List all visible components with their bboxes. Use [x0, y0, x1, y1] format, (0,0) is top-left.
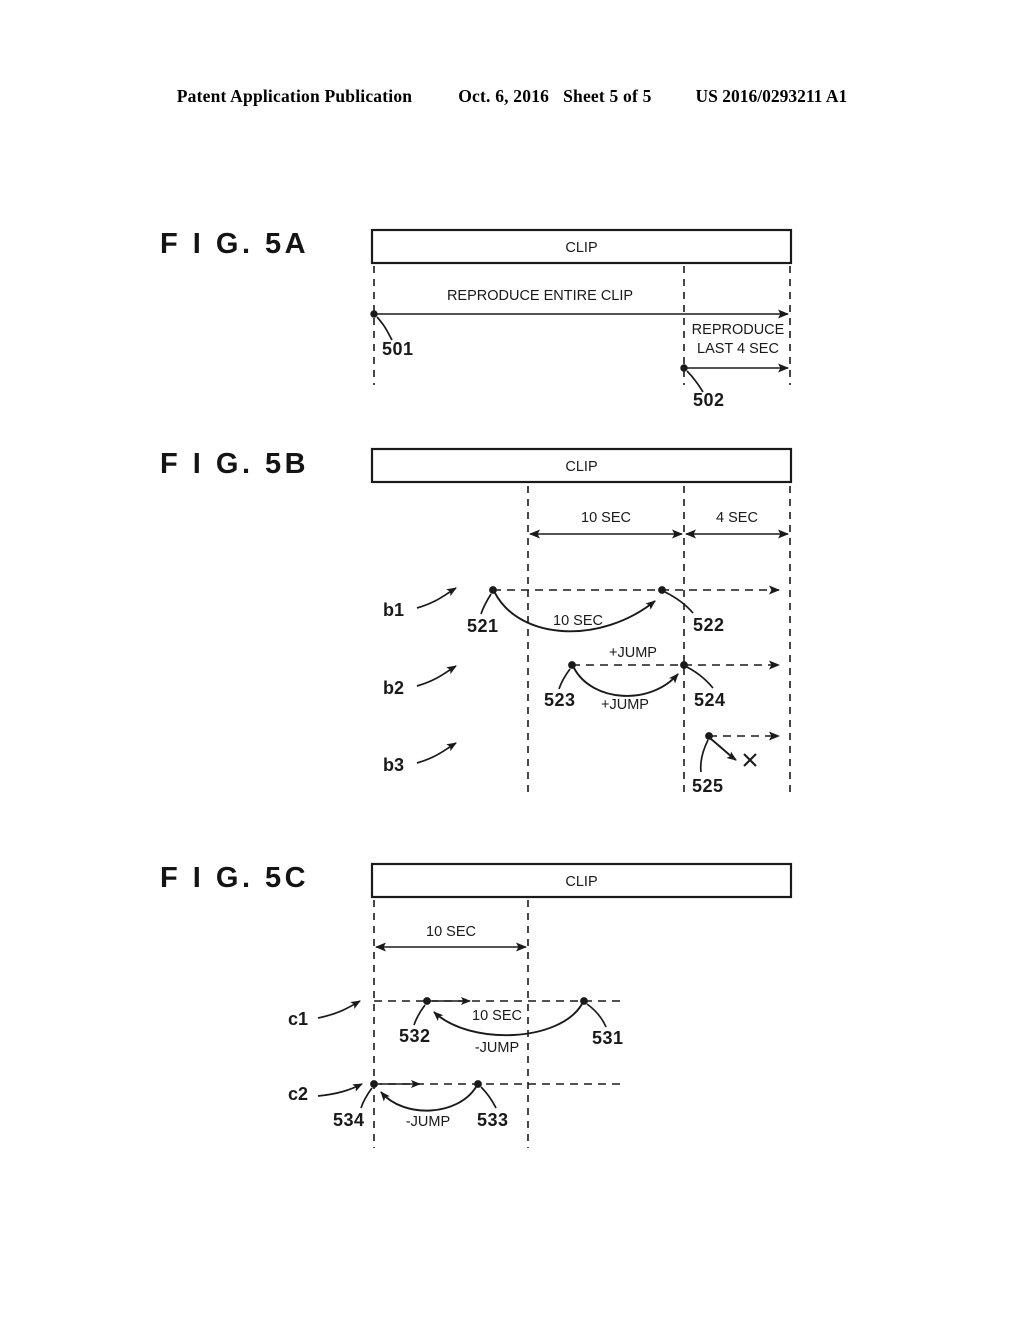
leader-531	[586, 1003, 607, 1028]
marker-dot-533	[474, 1080, 482, 1088]
clip-bar-label-5c: CLIP	[565, 874, 597, 890]
branch-label-c2: c2	[288, 1084, 308, 1104]
ref-number-534: 534	[333, 1110, 365, 1130]
ref-number-533: 533	[477, 1110, 509, 1130]
leader-534	[360, 1087, 373, 1109]
curve-label-jump-c2: -JUMP	[406, 1114, 450, 1130]
marker-dot-534	[370, 1080, 378, 1088]
figure-5c-diagram: CLIP 10 SEC c1 10 SEC -JUMP 532 531 c2 -…	[288, 862, 793, 1148]
curve-label-jump-c1: -JUMP	[475, 1040, 519, 1056]
leader-532	[413, 1004, 426, 1026]
ref-number-531: 531	[592, 1028, 624, 1048]
branch-pointer-c2	[317, 1083, 363, 1097]
branch-label-c1: c1	[288, 1009, 308, 1029]
marker-dot-532	[423, 997, 431, 1005]
marker-dot-531	[580, 997, 588, 1005]
leader-533	[480, 1086, 497, 1109]
branch-pointer-c1	[317, 1000, 361, 1019]
ref-number-532: 532	[399, 1026, 431, 1046]
patent-figure-page: Patent Application Publication Oct. 6, 2…	[0, 0, 1024, 1320]
jump-curve-c2	[380, 1086, 477, 1112]
curve-label-10sec-c1: 10 SEC	[472, 1008, 522, 1024]
dimension-label-10sec-5c: 10 SEC	[426, 924, 476, 940]
